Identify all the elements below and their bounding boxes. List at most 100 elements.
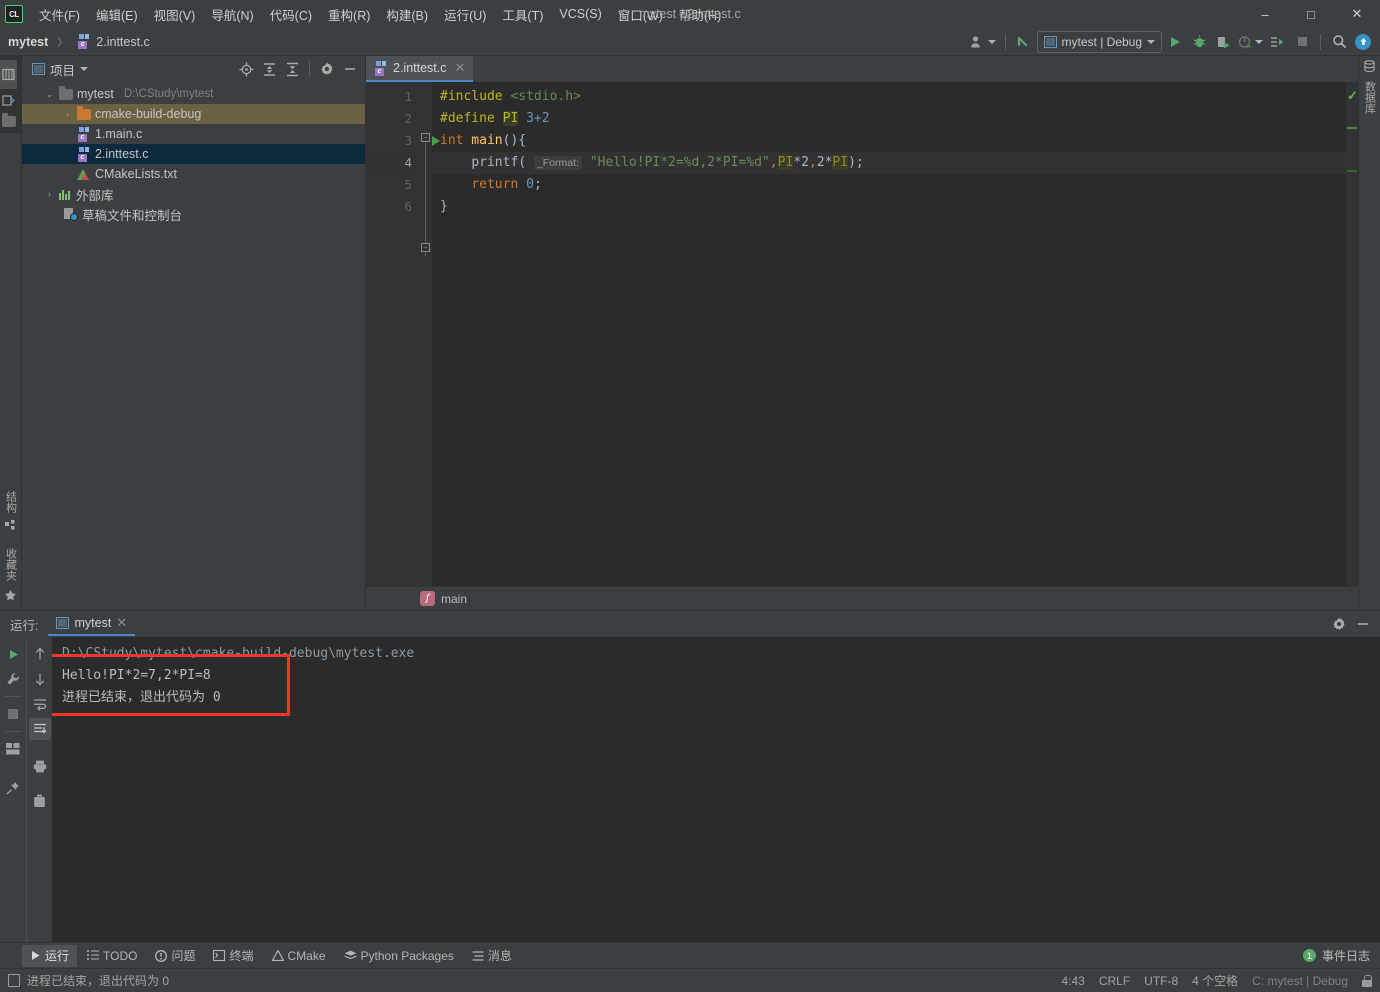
close-icon[interactable]: ✕ xyxy=(455,60,466,76)
sidebar-tab-project[interactable] xyxy=(0,60,17,89)
code-token: *2 xyxy=(793,155,809,170)
stop-icon[interactable] xyxy=(1291,31,1313,53)
menu-file[interactable]: 文件(F) xyxy=(31,1,88,28)
tool-tab-cmake[interactable]: CMake xyxy=(264,945,334,967)
expand-all-icon[interactable] xyxy=(258,58,280,80)
file-encoding[interactable]: UTF-8 xyxy=(1144,974,1178,988)
event-log-label[interactable]: 事件日志 xyxy=(1322,947,1370,964)
menu-view[interactable]: 视图(V) xyxy=(146,1,204,28)
code-content[interactable]: #include <stdio.h> #define PI 3+2 int ma… xyxy=(432,82,1346,586)
tool-tab-python-packages[interactable]: Python Packages xyxy=(336,945,462,967)
event-log-area[interactable]: 1 事件日志 xyxy=(1302,947,1380,964)
tree-node-cmake-build-debug[interactable]: › cmake-build-debug xyxy=(22,104,365,124)
inspection-ok-icon: ✓ xyxy=(1347,88,1358,103)
layout-icon[interactable] xyxy=(2,738,24,760)
update-available-icon[interactable] xyxy=(1352,31,1374,53)
run-icon[interactable] xyxy=(1164,31,1186,53)
tree-node-1-main-c[interactable]: c 1.main.c xyxy=(22,124,365,144)
tree-node-cmakelists-txt[interactable]: CMakeLists.txt xyxy=(22,164,365,184)
scroll-to-end-icon[interactable] xyxy=(28,718,51,740)
wrench-icon[interactable] xyxy=(2,668,24,690)
breadcrumb-file[interactable]: 2.inttest.c xyxy=(96,35,150,49)
tree-node-mytest[interactable]: ⌄ mytest D:\CStudy\mytest xyxy=(22,84,365,104)
sidebar-tab-database[interactable]: 数据库 xyxy=(1359,77,1380,118)
fold-end-icon[interactable]: − xyxy=(421,243,430,252)
code-token: 2* xyxy=(816,155,833,170)
sidebar-tab-commit[interactable] xyxy=(0,89,17,116)
code-token: (){ xyxy=(502,133,527,148)
sidebar-tab-favorites[interactable]: 收藏夹 xyxy=(0,544,22,585)
line-separator[interactable]: CRLF xyxy=(1099,974,1130,988)
packages-icon xyxy=(343,950,357,960)
menu-build[interactable]: 构建(B) xyxy=(378,1,436,28)
menu-vcs[interactable]: VCS(S) xyxy=(551,3,609,25)
menu-edit[interactable]: 编辑(E) xyxy=(88,1,146,28)
run-tab-mytest[interactable]: mytest ✕ xyxy=(48,612,136,636)
editor-tab-2-inttest-c[interactable]: c 2.inttest.c ✕ xyxy=(366,56,474,82)
close-button[interactable]: ✕ xyxy=(1334,0,1380,28)
breadcrumb-project[interactable]: mytest xyxy=(8,35,48,49)
attach-to-process-icon[interactable] xyxy=(1267,31,1289,53)
tool-tab-label: 终端 xyxy=(229,949,254,963)
sidebar-tab-structure[interactable]: 结构 xyxy=(0,487,22,517)
menu-tools[interactable]: 工具(T) xyxy=(494,1,551,28)
hide-icon[interactable] xyxy=(1352,613,1374,635)
down-arrow-icon[interactable] xyxy=(29,668,51,690)
tool-tab-terminal[interactable]: 终端 xyxy=(205,945,261,967)
rerun-icon[interactable] xyxy=(2,643,24,665)
tool-tab-run[interactable]: 运行 xyxy=(22,944,78,967)
caret-position[interactable]: 4:43 xyxy=(1061,974,1084,988)
pin-icon[interactable] xyxy=(2,777,24,799)
indent-setting[interactable]: 4 个空格 xyxy=(1192,972,1238,989)
up-arrow-icon[interactable] xyxy=(29,643,51,665)
menu-code[interactable]: 代码(C) xyxy=(262,1,320,28)
breadcrumb-function-label[interactable]: main xyxy=(441,592,467,606)
error-stripe-markers[interactable]: ✓ xyxy=(1346,82,1358,586)
trash-icon[interactable] xyxy=(29,790,51,812)
soft-wrap-icon[interactable] xyxy=(29,693,51,715)
console-output-line: 进程已结束，退出代码为 0 xyxy=(62,690,221,705)
maximize-button[interactable]: □ xyxy=(1288,0,1334,28)
debug-icon[interactable] xyxy=(1188,31,1210,53)
branch-indicator[interactable]: C: mytest | Debug xyxy=(1252,974,1348,988)
stop-icon[interactable] xyxy=(2,703,24,725)
code-editor[interactable]: 1 2 3 4 5 6 − − #include <stdio.h> #defi… xyxy=(366,82,1358,586)
tool-tab-problems[interactable]: 问题 xyxy=(147,945,203,967)
menu-navigate[interactable]: 导航(N) xyxy=(203,1,261,28)
editor-area: c 2.inttest.c ✕ 1 2 3 4 5 6 − − #include… xyxy=(366,56,1358,610)
chevron-down-icon[interactable] xyxy=(80,67,89,71)
run-configuration-selector[interactable]: mytest | Debug xyxy=(1036,30,1162,53)
lock-icon[interactable] xyxy=(1362,974,1372,987)
profiler-icon[interactable] xyxy=(968,31,998,53)
fold-collapse-icon[interactable]: − xyxy=(421,133,430,142)
hide-icon[interactable] xyxy=(339,58,361,80)
tree-label: mytest xyxy=(77,87,114,101)
search-everywhere-icon[interactable] xyxy=(1328,31,1350,53)
twisty-icon[interactable]: › xyxy=(62,109,73,119)
tree-node-external-libraries[interactable]: › 外部库 xyxy=(22,184,365,204)
locate-icon[interactable] xyxy=(235,58,257,80)
tree-node-2-inttest-c[interactable]: c 2.inttest.c xyxy=(22,144,365,164)
print-icon[interactable] xyxy=(29,755,51,777)
minimize-button[interactable]: – xyxy=(1242,0,1288,28)
twisty-icon[interactable]: ⌄ xyxy=(44,89,55,100)
profile-icon[interactable] xyxy=(1236,31,1265,53)
tree-node-scratches-and-consoles[interactable]: 草稿文件和控制台 xyxy=(22,204,365,224)
settings-icon[interactable] xyxy=(1328,613,1350,635)
tool-tab-todo[interactable]: TODO xyxy=(79,945,145,967)
twisty-icon[interactable]: › xyxy=(44,189,55,199)
tool-tab-messages[interactable]: 消息 xyxy=(464,945,520,967)
run-console[interactable]: D:\CStudy\mytest\cmake-build-debug\mytes… xyxy=(52,637,1380,942)
close-icon[interactable]: ✕ xyxy=(116,615,127,631)
menu-run[interactable]: 运行(U) xyxy=(436,1,494,28)
console-command: D:\CStudy\mytest\cmake-build-debug\mytes… xyxy=(62,646,415,661)
collapse-all-icon[interactable] xyxy=(281,58,303,80)
settings-icon[interactable] xyxy=(316,58,338,80)
menu-refactor[interactable]: 重构(R) xyxy=(320,1,378,28)
code-token: ; xyxy=(533,177,542,192)
vcs-update-icon[interactable] xyxy=(1013,31,1035,53)
tool-window-bar: 运行 TODO 问题 终端 CMake Python Packages 消息 1… xyxy=(0,942,1380,968)
copy-status-icon[interactable] xyxy=(8,974,20,987)
run-with-coverage-icon[interactable] xyxy=(1212,31,1234,53)
sidebar-tab-files[interactable] xyxy=(0,113,18,133)
